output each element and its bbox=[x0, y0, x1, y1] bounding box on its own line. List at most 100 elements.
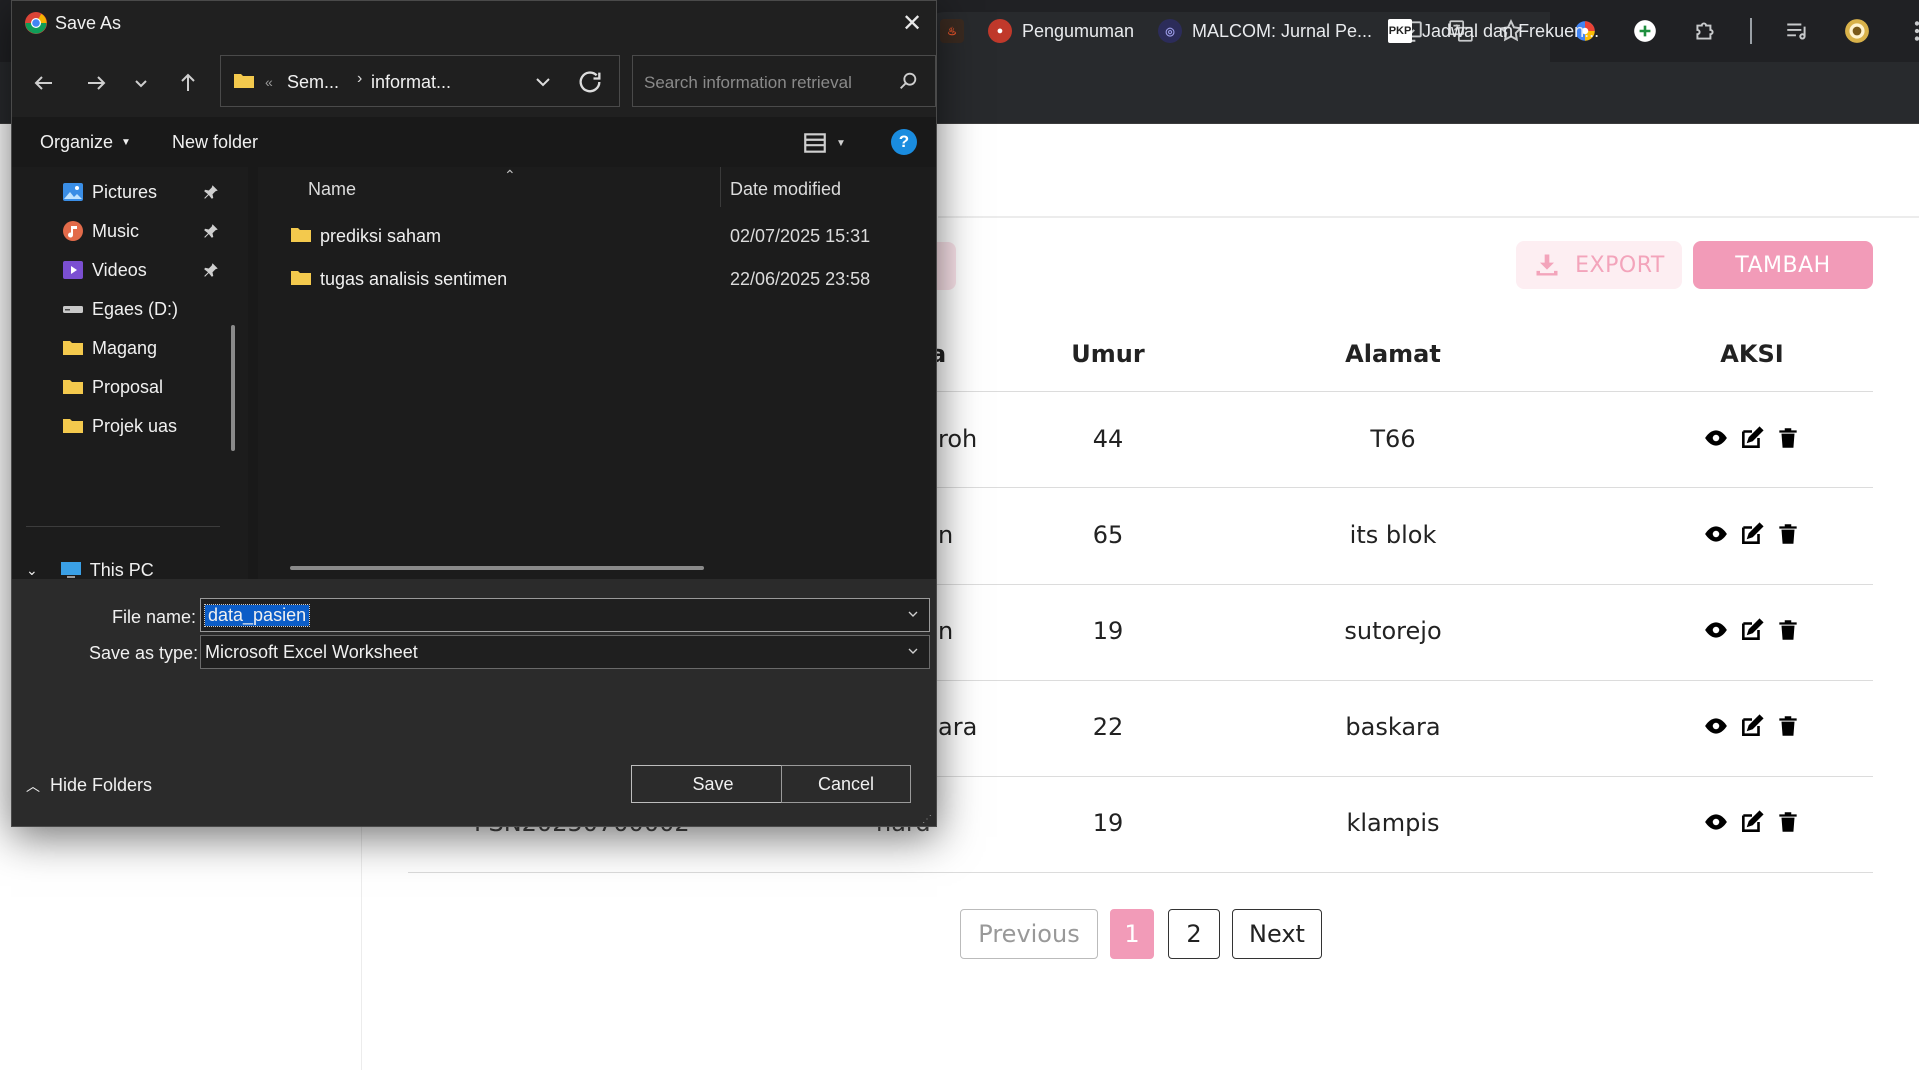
save-button[interactable]: Save bbox=[631, 765, 795, 803]
save-as-dialog: Save As ✕ « Sem... › informat... Search … bbox=[11, 0, 937, 827]
view-eye-icon[interactable] bbox=[1703, 425, 1729, 451]
pictures-icon bbox=[62, 181, 84, 203]
view-eye-icon[interactable] bbox=[1703, 809, 1729, 835]
search-icon[interactable] bbox=[897, 70, 919, 92]
table-cell-name: ara bbox=[938, 713, 978, 741]
edit-icon[interactable] bbox=[1739, 809, 1765, 835]
nav-item-label: Videos bbox=[92, 259, 147, 280]
forward-arrow-icon[interactable] bbox=[80, 67, 112, 99]
pane-splitter[interactable] bbox=[248, 167, 258, 579]
bookmark-item[interactable]: ♨ bbox=[940, 18, 964, 44]
media-queue-icon[interactable] bbox=[1782, 16, 1812, 46]
up-arrow-icon[interactable] bbox=[172, 67, 204, 99]
recent-locations-chevron-icon[interactable] bbox=[125, 67, 157, 99]
nav-item-label: Proposal bbox=[92, 376, 164, 397]
chevron-down-icon[interactable] bbox=[905, 606, 921, 622]
table-cell-umur: 19 bbox=[1092, 809, 1124, 837]
pagination-next-button[interactable]: Next bbox=[1232, 909, 1322, 959]
edit-icon[interactable] bbox=[1739, 713, 1765, 739]
column-separator[interactable] bbox=[720, 167, 721, 207]
chevron-down-icon[interactable] bbox=[905, 643, 921, 659]
delete-trash-icon[interactable] bbox=[1775, 425, 1801, 451]
change-view-button[interactable]: ▼ bbox=[802, 129, 854, 157]
table-cell-name: n bbox=[938, 521, 954, 549]
export-button[interactable]: EXPORT bbox=[1516, 241, 1682, 289]
nav-item-folder[interactable]: Proposal bbox=[62, 372, 163, 402]
search-input[interactable]: Search information retrieval bbox=[632, 55, 936, 107]
nav-item-videos[interactable]: Videos bbox=[62, 255, 147, 285]
nav-item-folder[interactable]: Magang bbox=[62, 333, 157, 363]
delete-trash-icon[interactable] bbox=[1775, 809, 1801, 835]
pin-icon[interactable] bbox=[202, 222, 220, 240]
videos-icon bbox=[62, 259, 84, 281]
breadcrumb-overflow[interactable]: « bbox=[265, 74, 273, 90]
pagination-page-2[interactable]: 2 bbox=[1168, 909, 1220, 959]
edit-icon[interactable] bbox=[1739, 617, 1765, 643]
chevron-down-icon[interactable]: ⌄ bbox=[26, 562, 38, 579]
table-cell-umur: 22 bbox=[1092, 713, 1124, 741]
file-list: ⌃ Name Date modified prediksi saham 02/0… bbox=[258, 167, 936, 579]
profile-avatar-icon[interactable] bbox=[1842, 16, 1872, 46]
column-header-date-modified[interactable]: Date modified bbox=[730, 179, 841, 200]
row-actions bbox=[1703, 425, 1801, 451]
nav-item-drive[interactable]: Egaes (D:) bbox=[62, 294, 178, 324]
delete-trash-icon[interactable] bbox=[1775, 713, 1801, 739]
delete-trash-icon[interactable] bbox=[1775, 521, 1801, 547]
dialog-navigation-bar: « Sem... › informat... Search informatio… bbox=[12, 45, 936, 117]
nav-item-music[interactable]: Music bbox=[62, 216, 139, 246]
save-as-type-select[interactable]: Microsoft Excel Worksheet bbox=[200, 635, 930, 669]
fire-icon: ♨ bbox=[940, 19, 964, 43]
music-icon bbox=[62, 220, 84, 242]
edit-icon[interactable] bbox=[1739, 425, 1765, 451]
bookmark-label: MALCOM: Jurnal Pe... bbox=[1192, 20, 1373, 41]
extensions-bar bbox=[1570, 14, 1919, 48]
back-arrow-icon[interactable] bbox=[28, 67, 60, 99]
edit-icon[interactable] bbox=[1739, 521, 1765, 547]
add-patient-button[interactable]: TAMBAH bbox=[1693, 241, 1873, 289]
dialog-title-bar[interactable]: Save As ✕ bbox=[12, 1, 936, 45]
pkp-icon: PKP bbox=[1388, 19, 1412, 43]
nav-item-pictures[interactable]: Pictures bbox=[62, 177, 157, 207]
organize-menu[interactable]: Organize ▼ bbox=[40, 132, 131, 153]
caret-down-icon: ▼ bbox=[836, 137, 846, 149]
delete-trash-icon[interactable] bbox=[1775, 617, 1801, 643]
file-row[interactable]: tugas analisis sentimen 22/06/2025 23:58 bbox=[258, 260, 936, 300]
column-header-name[interactable]: Name bbox=[308, 179, 356, 200]
organize-label: Organize bbox=[40, 132, 114, 152]
new-folder-button[interactable]: New folder bbox=[172, 132, 258, 153]
nav-item-label: Projek uas bbox=[92, 415, 178, 436]
pin-icon[interactable] bbox=[202, 183, 220, 201]
bookmark-item[interactable]: ● Pengumuman bbox=[988, 18, 1134, 44]
file-row[interactable]: prediksi saham 02/07/2025 15:31 bbox=[258, 217, 936, 257]
breadcrumb-item[interactable]: informat... bbox=[371, 72, 451, 93]
chevron-down-icon[interactable] bbox=[531, 70, 555, 94]
nav-item-folder[interactable]: Projek uas bbox=[62, 411, 177, 441]
nav-item-this-pc[interactable]: ⌄ This PC bbox=[26, 555, 154, 580]
nav-pane-scrollbar[interactable] bbox=[231, 325, 235, 451]
hide-folders-toggle[interactable]: ︿ Hide Folders bbox=[26, 775, 152, 796]
file-list-scrollbar[interactable] bbox=[290, 566, 704, 570]
view-eye-icon[interactable] bbox=[1703, 521, 1729, 547]
view-eye-icon[interactable] bbox=[1703, 713, 1729, 739]
pin-icon[interactable] bbox=[202, 261, 220, 279]
breadcrumb-item[interactable]: Sem... bbox=[287, 72, 339, 93]
view-eye-icon[interactable] bbox=[1703, 617, 1729, 643]
file-name-field[interactable]: data_pasien bbox=[200, 598, 930, 632]
extensions-puzzle-icon[interactable] bbox=[1690, 16, 1720, 46]
help-icon[interactable]: ? bbox=[891, 129, 917, 155]
address-breadcrumb[interactable]: « Sem... › informat... bbox=[220, 55, 620, 107]
add-extension-icon[interactable] bbox=[1630, 16, 1660, 46]
pagination-page-1[interactable]: 1 bbox=[1110, 909, 1154, 959]
bookmark-item[interactable]: ◎ MALCOM: Jurnal Pe... bbox=[1158, 18, 1372, 44]
bookmark-item[interactable]: PKP Jadwal dan Frekuen... bbox=[1388, 18, 1599, 44]
chevron-up-icon: ︿ bbox=[26, 777, 40, 794]
cancel-button[interactable]: Cancel bbox=[781, 765, 911, 803]
dialog-footer: File name: data_pasien Save as type: Mic… bbox=[12, 579, 936, 826]
row-actions bbox=[1703, 809, 1801, 835]
seal-icon: ● bbox=[988, 19, 1012, 43]
resize-grip-icon[interactable]: ⋰ bbox=[922, 814, 934, 826]
pagination-previous-button[interactable]: Previous bbox=[960, 909, 1098, 959]
more-menu-icon[interactable] bbox=[1902, 16, 1919, 46]
refresh-icon[interactable] bbox=[576, 68, 604, 96]
close-icon[interactable]: ✕ bbox=[888, 1, 936, 45]
